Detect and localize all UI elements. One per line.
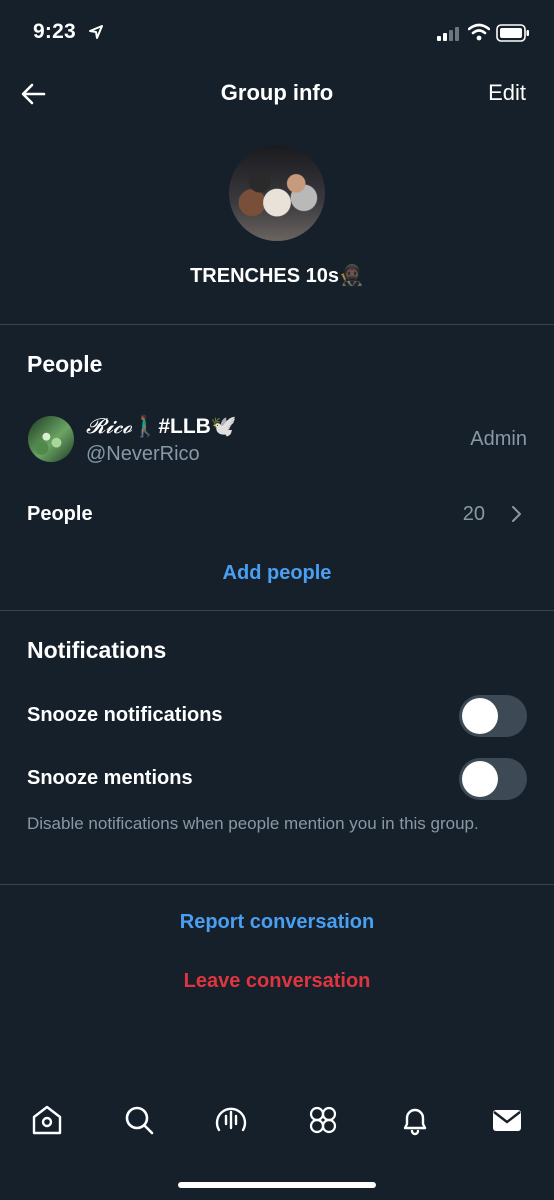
divider (0, 324, 554, 325)
toggle-knob (462, 698, 498, 734)
cellular-signal-icon (437, 27, 459, 41)
status-time: 9:23 (33, 20, 76, 43)
member-handle: @NeverRico (86, 443, 200, 465)
home-indicator (178, 1182, 376, 1188)
page-title: Group info (220, 80, 334, 105)
member-avatar[interactable] (28, 416, 74, 462)
spaces-icon[interactable] (214, 1103, 248, 1137)
group-avatar (229, 145, 325, 241)
snooze-mentions-toggle[interactable] (459, 758, 527, 800)
people-count: 20 (462, 503, 485, 525)
edit-button[interactable]: Edit (488, 80, 526, 106)
toggle-knob (462, 761, 498, 797)
snooze-mentions-label: Snooze mentions (27, 767, 193, 789)
leave-conversation-button[interactable]: Leave conversation (0, 970, 554, 993)
search-icon[interactable] (122, 1103, 156, 1137)
divider (0, 884, 554, 885)
wifi-icon (468, 23, 490, 41)
group-name: TRENCHES 10s🥷🏿 (190, 265, 364, 287)
location-arrow-icon (89, 25, 103, 39)
member-name[interactable]: 𝓡𝓲𝓬𝓸🚶🏾‍♂️#LLB🕊️ (86, 414, 237, 439)
member-role-badge: Admin (470, 428, 527, 450)
add-people-button[interactable]: Add people (0, 562, 554, 585)
messages-icon[interactable] (490, 1103, 524, 1137)
divider (0, 610, 554, 611)
member-name-rest: 🚶🏾‍♂️#LLB🕊️ (132, 415, 237, 438)
home-icon[interactable] (30, 1103, 64, 1137)
report-conversation-button[interactable]: Report conversation (0, 911, 554, 934)
snooze-mentions-hint: Disable notifications when people mentio… (27, 814, 479, 833)
snooze-notifications-label: Snooze notifications (27, 704, 223, 726)
battery-icon (496, 24, 529, 42)
people-section-title: People (27, 351, 103, 377)
notifications-icon[interactable] (398, 1103, 432, 1137)
notifications-section-title: Notifications (27, 637, 167, 663)
communities-icon[interactable] (306, 1103, 340, 1137)
chevron-right-icon (512, 506, 521, 522)
snooze-notifications-toggle[interactable] (459, 695, 527, 737)
people-row-label: People (27, 503, 93, 525)
member-name-script: 𝓡𝓲𝓬𝓸 (86, 414, 133, 438)
